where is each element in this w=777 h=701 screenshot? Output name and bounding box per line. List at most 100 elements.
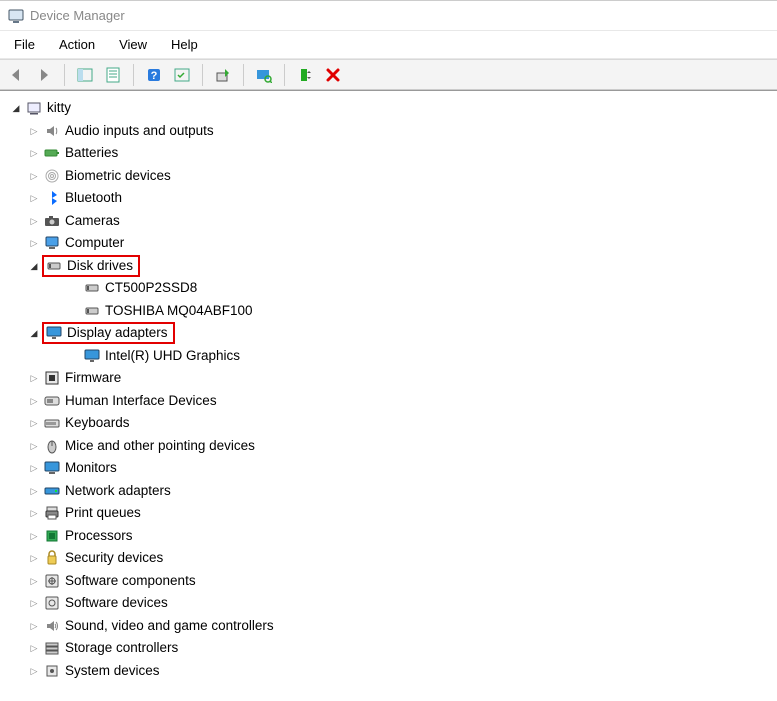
tree-category[interactable]: ▷ Monitors bbox=[6, 457, 777, 480]
expand-icon[interactable]: ▷ bbox=[28, 215, 40, 227]
expand-icon[interactable]: ▷ bbox=[28, 620, 40, 632]
sound-icon bbox=[44, 618, 60, 634]
expand-icon[interactable]: ▷ bbox=[28, 552, 40, 564]
expand-icon[interactable]: ▷ bbox=[28, 395, 40, 407]
back-button[interactable] bbox=[4, 63, 28, 87]
expand-icon[interactable]: ▷ bbox=[28, 485, 40, 497]
cpu-icon bbox=[44, 528, 60, 544]
menu-file[interactable]: File bbox=[2, 33, 47, 56]
tree-category[interactable]: ▷ Sound, video and game controllers bbox=[6, 615, 777, 638]
expand-icon[interactable]: ▷ bbox=[28, 440, 40, 452]
collapse-icon[interactable]: ◢ bbox=[28, 260, 40, 272]
category-label: Cameras bbox=[64, 210, 121, 233]
security-icon bbox=[44, 550, 60, 566]
forward-button[interactable] bbox=[32, 63, 56, 87]
expand-icon[interactable]: ▷ bbox=[28, 147, 40, 159]
tree-category[interactable]: ◢ Display adapters bbox=[6, 322, 777, 345]
computer-icon bbox=[26, 100, 42, 116]
system-icon bbox=[44, 663, 60, 679]
expand-icon[interactable]: ▷ bbox=[28, 530, 40, 542]
speaker-icon bbox=[44, 123, 60, 139]
tree-category[interactable]: ▷ Audio inputs and outputs bbox=[6, 120, 777, 143]
category-label: Software components bbox=[64, 570, 197, 593]
expand-icon[interactable]: ▷ bbox=[28, 597, 40, 609]
category-label: System devices bbox=[64, 660, 161, 683]
category-label: Computer bbox=[64, 232, 125, 255]
tree-device[interactable]: TOSHIBA MQ04ABF100 bbox=[6, 300, 777, 323]
menu-help[interactable]: Help bbox=[159, 33, 210, 56]
tree-category[interactable]: ▷ Mice and other pointing devices bbox=[6, 435, 777, 458]
tree-category[interactable]: ▷ Cameras bbox=[6, 210, 777, 233]
storage-icon bbox=[44, 640, 60, 656]
hid-icon bbox=[44, 393, 60, 409]
collapse-icon[interactable]: ◢ bbox=[28, 327, 40, 339]
menu-action[interactable]: Action bbox=[47, 33, 107, 56]
root-label: kitty bbox=[46, 97, 72, 120]
disk-icon bbox=[84, 280, 100, 296]
tree-device[interactable]: Intel(R) UHD Graphics bbox=[6, 345, 777, 368]
tree-category[interactable]: ▷ Processors bbox=[6, 525, 777, 548]
swdev-icon bbox=[44, 595, 60, 611]
expand-icon[interactable]: ▷ bbox=[28, 642, 40, 654]
category-label: Monitors bbox=[64, 457, 118, 480]
tree-category[interactable]: ▷ Software components bbox=[6, 570, 777, 593]
help-button[interactable]: ? bbox=[142, 63, 166, 87]
category-label: Storage controllers bbox=[64, 637, 179, 660]
keyboard-icon bbox=[44, 415, 60, 431]
disk-icon bbox=[46, 258, 62, 274]
bluetooth-icon bbox=[44, 190, 60, 206]
expand-icon[interactable]: ▷ bbox=[28, 665, 40, 677]
device-label: TOSHIBA MQ04ABF100 bbox=[104, 300, 254, 323]
expand-icon[interactable]: ▷ bbox=[28, 417, 40, 429]
tree-category[interactable]: ▷ Firmware bbox=[6, 367, 777, 390]
tree-category[interactable]: ◢ Disk drives bbox=[6, 255, 777, 278]
expand-icon[interactable]: ▷ bbox=[28, 192, 40, 204]
uninstall-device-button[interactable] bbox=[321, 63, 345, 87]
app-icon bbox=[8, 8, 24, 24]
tree-category[interactable]: ▷ Network adapters bbox=[6, 480, 777, 503]
tree-category[interactable]: ▷ Bluetooth bbox=[6, 187, 777, 210]
window-title: Device Manager bbox=[30, 8, 125, 23]
tree-category[interactable]: ▷ Print queues bbox=[6, 502, 777, 525]
toolbar-separator bbox=[133, 64, 134, 86]
show-hide-console-button[interactable] bbox=[73, 63, 97, 87]
expand-icon[interactable]: ▷ bbox=[28, 507, 40, 519]
tree-category[interactable]: ▷ Security devices bbox=[6, 547, 777, 570]
category-label: Processors bbox=[64, 525, 134, 548]
expand-icon[interactable]: ▷ bbox=[28, 237, 40, 249]
expander-none bbox=[68, 350, 80, 362]
menubar: File Action View Help bbox=[0, 31, 777, 59]
toolbar-separator bbox=[202, 64, 203, 86]
tree-device[interactable]: CT500P2SSD8 bbox=[6, 277, 777, 300]
device-tree[interactable]: ◢ kitty ▷ Audio inputs and outputs ▷ Bat… bbox=[0, 91, 777, 701]
tree-category[interactable]: ▷ Computer bbox=[6, 232, 777, 255]
properties-button[interactable] bbox=[101, 63, 125, 87]
scan-hardware-button[interactable] bbox=[252, 63, 276, 87]
expand-icon[interactable]: ▷ bbox=[28, 170, 40, 182]
expand-icon[interactable]: ▷ bbox=[28, 125, 40, 137]
tree-category[interactable]: ▷ Batteries bbox=[6, 142, 777, 165]
toolbar: ? bbox=[0, 59, 777, 91]
tree-category[interactable]: ▷ System devices bbox=[6, 660, 777, 683]
tree-category[interactable]: ▷ Keyboards bbox=[6, 412, 777, 435]
category-label: Print queues bbox=[64, 502, 142, 525]
svg-text:?: ? bbox=[151, 70, 158, 82]
add-legacy-hardware-button[interactable] bbox=[293, 63, 317, 87]
menu-view[interactable]: View bbox=[107, 33, 159, 56]
tree-category[interactable]: ▷ Software devices bbox=[6, 592, 777, 615]
tree-category[interactable]: ▷ Human Interface Devices bbox=[6, 390, 777, 413]
category-label: Software devices bbox=[64, 592, 169, 615]
expand-icon[interactable]: ▷ bbox=[28, 575, 40, 587]
update-driver-button[interactable] bbox=[211, 63, 235, 87]
fingerprint-icon bbox=[44, 168, 60, 184]
action-button[interactable] bbox=[170, 63, 194, 87]
device-label: CT500P2SSD8 bbox=[104, 277, 198, 300]
expand-icon[interactable]: ▷ bbox=[28, 372, 40, 384]
tree-category[interactable]: ▷ Storage controllers bbox=[6, 637, 777, 660]
tree-category[interactable]: ▷ Biometric devices bbox=[6, 165, 777, 188]
firmware-icon bbox=[44, 370, 60, 386]
category-label: Bluetooth bbox=[64, 187, 123, 210]
tree-root[interactable]: ◢ kitty bbox=[6, 97, 777, 120]
expand-icon[interactable]: ▷ bbox=[28, 462, 40, 474]
collapse-icon[interactable]: ◢ bbox=[10, 102, 22, 114]
